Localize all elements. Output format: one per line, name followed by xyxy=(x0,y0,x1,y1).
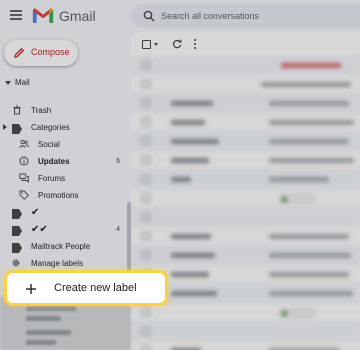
select-all-checkbox[interactable] xyxy=(142,40,151,49)
mail-heading-label: Mail xyxy=(15,78,30,87)
list-item[interactable] xyxy=(131,132,360,151)
compose-label: Compose xyxy=(31,47,70,57)
list-item[interactable] xyxy=(131,227,360,246)
sidebar-item-label: Social xyxy=(38,139,60,149)
tag-icon xyxy=(19,190,29,200)
sidebar-item-label: ✔ xyxy=(31,206,40,218)
refresh-icon[interactable] xyxy=(172,39,182,49)
top-bar: Gmail xyxy=(0,0,360,32)
gear-icon xyxy=(12,259,20,267)
sidebar-item-label: Categories xyxy=(31,122,70,132)
sidebar-item-categories[interactable]: Categories xyxy=(0,119,124,135)
sidebar-item-label: Mailtrack People xyxy=(31,241,91,251)
sidebar-item-forums[interactable]: Forums xyxy=(0,170,124,186)
sidebar-item-check-label[interactable]: ✔ xyxy=(0,204,124,220)
unread-count: 4 xyxy=(116,225,120,233)
sidebar-item-label: Updates xyxy=(38,156,70,166)
hamburger-menu-icon[interactable] xyxy=(10,10,22,20)
pencil-icon xyxy=(14,47,25,58)
info-icon xyxy=(19,156,29,166)
label-icon xyxy=(12,226,22,236)
chevron-down-icon[interactable] xyxy=(154,43,158,46)
chevron-right-icon xyxy=(3,124,7,130)
list-item[interactable] xyxy=(131,189,360,208)
more-vert-icon[interactable] xyxy=(193,39,197,50)
sidebar-item-social[interactable]: Social xyxy=(0,136,124,152)
label-icon xyxy=(12,243,22,253)
sidebar-item-promotions[interactable]: Promotions xyxy=(0,187,124,203)
sidebar-item-label: Trash xyxy=(31,105,52,115)
sidebar-item-mailtrack-people[interactable]: Mailtrack People xyxy=(0,238,124,254)
sidebar-item-updates[interactable]: Updates 6 xyxy=(0,153,120,169)
label-icon xyxy=(12,209,22,219)
list-item[interactable] xyxy=(131,208,360,227)
create-new-label-button[interactable]: Create new label xyxy=(4,270,168,306)
mail-section-heading[interactable]: Mail xyxy=(5,78,30,87)
search-bar[interactable] xyxy=(131,4,360,28)
app-title: Gmail xyxy=(59,8,96,24)
mail-toolbar xyxy=(131,32,360,56)
chevron-down-icon xyxy=(5,80,11,85)
unread-count: 6 xyxy=(116,157,120,165)
list-item[interactable] xyxy=(131,303,360,322)
sidebar-item-label: ✔✔ xyxy=(31,223,48,235)
list-item[interactable] xyxy=(131,322,360,341)
plus-icon xyxy=(26,284,36,294)
list-item[interactable] xyxy=(131,170,360,189)
sidebar-item-double-check-label[interactable]: ✔✔ 4 xyxy=(0,221,120,237)
list-item[interactable] xyxy=(131,341,360,350)
create-new-label-text: Create new label xyxy=(54,282,137,294)
list-item[interactable] xyxy=(131,94,360,113)
search-input[interactable] xyxy=(161,8,360,24)
sidebar-item-label: Promotions xyxy=(38,190,79,200)
people-icon xyxy=(19,139,29,148)
list-item[interactable] xyxy=(131,151,360,170)
compose-button[interactable]: Compose xyxy=(4,40,78,66)
blurred-rows xyxy=(131,56,360,350)
sidebar-item-label: Forums xyxy=(38,173,66,183)
sidebar-item-manage-labels[interactable]: Manage labels xyxy=(0,255,124,271)
trash-icon xyxy=(13,105,21,115)
gmail-logo[interactable] xyxy=(32,7,54,24)
list-item[interactable] xyxy=(131,246,360,265)
forum-icon xyxy=(19,173,29,183)
label-icon xyxy=(12,124,22,134)
search-icon[interactable] xyxy=(143,10,155,22)
list-item[interactable] xyxy=(131,56,360,75)
sidebar-item-label: Manage labels xyxy=(31,258,84,268)
list-item[interactable] xyxy=(131,113,360,132)
list-item[interactable] xyxy=(131,75,360,94)
sidebar-item-trash[interactable]: Trash xyxy=(0,102,124,118)
